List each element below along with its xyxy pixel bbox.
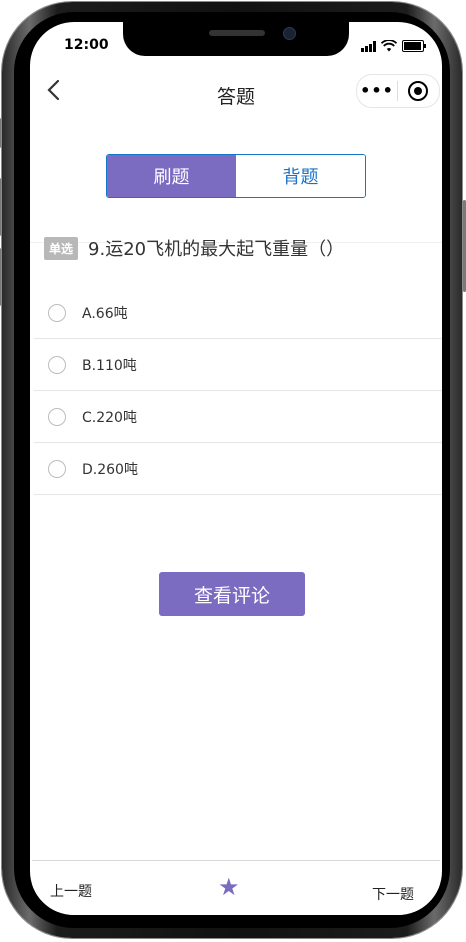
option-label: C.220吨 bbox=[82, 409, 137, 426]
notch bbox=[123, 22, 349, 56]
previous-question-button[interactable]: 上一题 bbox=[50, 881, 92, 901]
status-icons bbox=[361, 40, 426, 52]
star-icon[interactable]: ★ bbox=[218, 875, 240, 899]
bottom-toolbar: 上一题 ★ 下一题 bbox=[32, 860, 440, 915]
option-label: A.66吨 bbox=[82, 305, 128, 322]
question-header: 单选 9.运20飞机的最大起飞重量（） bbox=[44, 235, 434, 261]
option-a[interactable]: A.66吨 bbox=[34, 287, 442, 339]
target-icon bbox=[408, 81, 428, 101]
device-frame: 12:00 答题 ••• 刷题 背题 单选 9.运20飞机的最大起飞重量（） A… bbox=[0, 0, 466, 942]
radio-button[interactable] bbox=[48, 459, 66, 478]
status-time: 12:00 bbox=[64, 37, 109, 53]
question-text: 9.运20飞机的最大起飞重量（） bbox=[88, 239, 345, 260]
option-c[interactable]: C.220吨 bbox=[34, 391, 442, 443]
navigation-bar: 答题 ••• bbox=[30, 70, 442, 114]
radio-button[interactable] bbox=[48, 303, 66, 322]
speaker-grille bbox=[209, 30, 265, 36]
wifi-icon bbox=[381, 40, 397, 52]
radio-button[interactable] bbox=[48, 407, 66, 426]
radio-button[interactable] bbox=[48, 355, 66, 374]
signal-icon bbox=[361, 40, 376, 52]
close-miniprogram-button[interactable] bbox=[398, 80, 438, 102]
option-d[interactable]: D.260吨 bbox=[34, 443, 442, 495]
view-comments-button[interactable]: 查看评论 bbox=[159, 572, 305, 616]
miniprogram-capsule: ••• bbox=[356, 74, 440, 108]
front-camera bbox=[283, 27, 296, 40]
phone-screen: 12:00 答题 ••• 刷题 背题 单选 9.运20飞机的最大起飞重量（） A… bbox=[30, 22, 442, 915]
option-label: D.260吨 bbox=[82, 461, 138, 478]
tab-practice[interactable]: 刷题 bbox=[107, 155, 236, 197]
mode-segmented-control: 刷题 背题 bbox=[106, 154, 366, 198]
next-question-button[interactable]: 下一题 bbox=[372, 884, 414, 904]
option-b[interactable]: B.110吨 bbox=[34, 339, 442, 391]
question-type-badge: 单选 bbox=[44, 236, 79, 260]
battery-icon bbox=[402, 40, 426, 52]
option-label: B.110吨 bbox=[82, 357, 137, 374]
tab-memorize[interactable]: 背题 bbox=[236, 155, 365, 197]
more-menu-button[interactable]: ••• bbox=[357, 75, 397, 107]
